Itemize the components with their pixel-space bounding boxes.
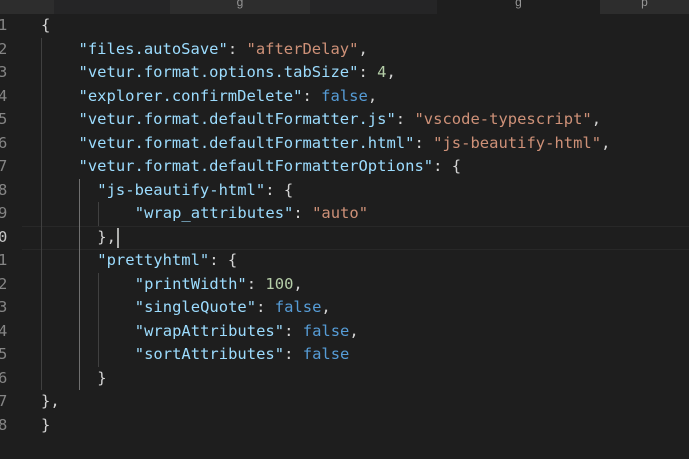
line-number: 1 (0, 251, 8, 269)
json-key: "js-beautify-html" (97, 180, 266, 199)
json-boolean-value: false (321, 86, 368, 105)
json-punctuation: , (349, 321, 359, 340)
json-punctuation: : (414, 133, 434, 152)
text-cursor (117, 227, 119, 248)
code-line[interactable]: "sortAttributes": false (135, 343, 350, 367)
code-line[interactable]: } (97, 367, 106, 391)
code-line[interactable]: "vetur.format.defaultFormatter.js": "vsc… (79, 108, 602, 132)
json-key: "explorer.confirmDelete" (78, 86, 303, 105)
code-area[interactable]: {"files.autoSave": "afterDelay", "vetur.f… (41, 0, 689, 459)
json-punctuation: : { (433, 157, 462, 175)
json-key: "vetur.format.defaultFormatterOptions" (78, 157, 434, 175)
json-key: "wrap_attributes" (134, 204, 294, 222)
code-line[interactable]: "vetur.format.defaultFormatterOptions": … (79, 155, 462, 179)
line-number: 4 (0, 321, 8, 340)
json-punctuation: , (367, 86, 378, 105)
code-line[interactable]: "files.autoSave": "afterDelay", (79, 38, 368, 62)
line-number: 4 (0, 86, 8, 105)
line-number: 7 (0, 392, 8, 410)
json-punctuation: : (246, 274, 266, 293)
line-number: 8 (0, 180, 8, 199)
indent-guide (78, 178, 80, 390)
line-number: 9 (0, 204, 8, 222)
code-line[interactable]: { (41, 14, 50, 38)
code-line[interactable]: "prettyhtml": { (97, 249, 237, 273)
json-punctuation: : (302, 86, 322, 105)
json-punctuation: , (321, 298, 331, 316)
code-line[interactable]: "vetur.format.defaultFormatter.html": "j… (79, 132, 611, 156)
json-key: "files.autoSave" (78, 39, 228, 58)
json-punctuation: } (97, 368, 107, 387)
json-punctuation: : { (209, 251, 238, 269)
json-key: "vetur.format.defaultFormatter.js" (78, 110, 396, 128)
line-number: 7 (0, 157, 8, 175)
json-key: "vetur.format.options.tabSize" (78, 63, 359, 81)
code-line[interactable]: }, (41, 390, 60, 414)
code-editor[interactable]: ggp 123456789012345678 {"files.autoSave"… (0, 0, 689, 459)
json-punctuation: : (284, 345, 303, 363)
line-number: 5 (0, 345, 8, 363)
json-punctuation: : (284, 321, 303, 340)
json-punctuation: : (395, 110, 415, 128)
json-key: "wrapAttributes" (134, 321, 285, 340)
json-punctuation: } (41, 415, 51, 434)
json-punctuation: { (41, 16, 51, 34)
json-string-value: "vscode-typescript" (414, 110, 592, 128)
json-punctuation: , (591, 110, 602, 128)
json-key: "singleQuote" (134, 298, 257, 316)
line-number: 0 (0, 227, 8, 246)
indent-guide (97, 272, 99, 367)
json-punctuation: : (293, 204, 313, 222)
json-key: "sortAttributes" (134, 345, 285, 363)
json-punctuation: , (601, 133, 611, 152)
json-punctuation: }, (97, 227, 116, 246)
code-line[interactable]: "explorer.confirmDelete": false, (79, 85, 378, 109)
json-number-value: 100 (265, 274, 294, 293)
json-punctuation: : (227, 39, 247, 58)
code-line[interactable]: "wrapAttributes": false, (135, 320, 359, 344)
json-punctuation: : { (265, 180, 294, 199)
json-key: "printWidth" (134, 274, 247, 293)
line-number: 2 (0, 274, 8, 293)
line-number: 6 (0, 368, 8, 387)
json-string-value: "js-beautify-html" (433, 133, 602, 152)
line-number: 5 (0, 110, 8, 128)
json-string-value: "auto" (312, 204, 369, 222)
line-number: 2 (0, 39, 8, 58)
line-number: 8 (0, 415, 8, 434)
json-punctuation: }, (41, 392, 60, 410)
line-number: 6 (0, 133, 8, 152)
indent-guide (41, 37, 42, 390)
json-punctuation: , (386, 63, 396, 81)
json-boolean-value: false (302, 321, 350, 340)
code-line[interactable]: "printWidth": 100, (135, 273, 303, 297)
code-line[interactable]: "js-beautify-html": { (97, 179, 293, 203)
line-number: 3 (0, 63, 8, 81)
json-punctuation: , (358, 39, 368, 58)
line-number: 3 (0, 298, 8, 316)
code-line[interactable]: "vetur.format.options.tabSize": 4, (79, 61, 396, 85)
line-number: 1 (0, 16, 8, 34)
json-boolean-value: false (274, 298, 322, 316)
json-punctuation: : (256, 298, 275, 316)
json-punctuation: , (293, 274, 303, 293)
code-line[interactable]: } (41, 414, 50, 438)
json-string-value: "afterDelay" (246, 39, 359, 58)
code-line[interactable]: "singleQuote": false, (135, 296, 331, 320)
line-number-gutter: 1 2 3 4 5 6 7 8 9 0 1 2 3 4 5 6 7 8 (0, 0, 20, 459)
json-key: "prettyhtml" (97, 251, 210, 269)
json-boolean-value: false (302, 345, 350, 363)
code-line[interactable]: "wrap_attributes": "auto" (135, 202, 368, 226)
indent-guide (97, 202, 99, 226)
json-punctuation: : (358, 63, 378, 81)
json-key: "vetur.format.defaultFormatter.html" (78, 133, 415, 152)
code-line[interactable]: }, (97, 226, 116, 250)
